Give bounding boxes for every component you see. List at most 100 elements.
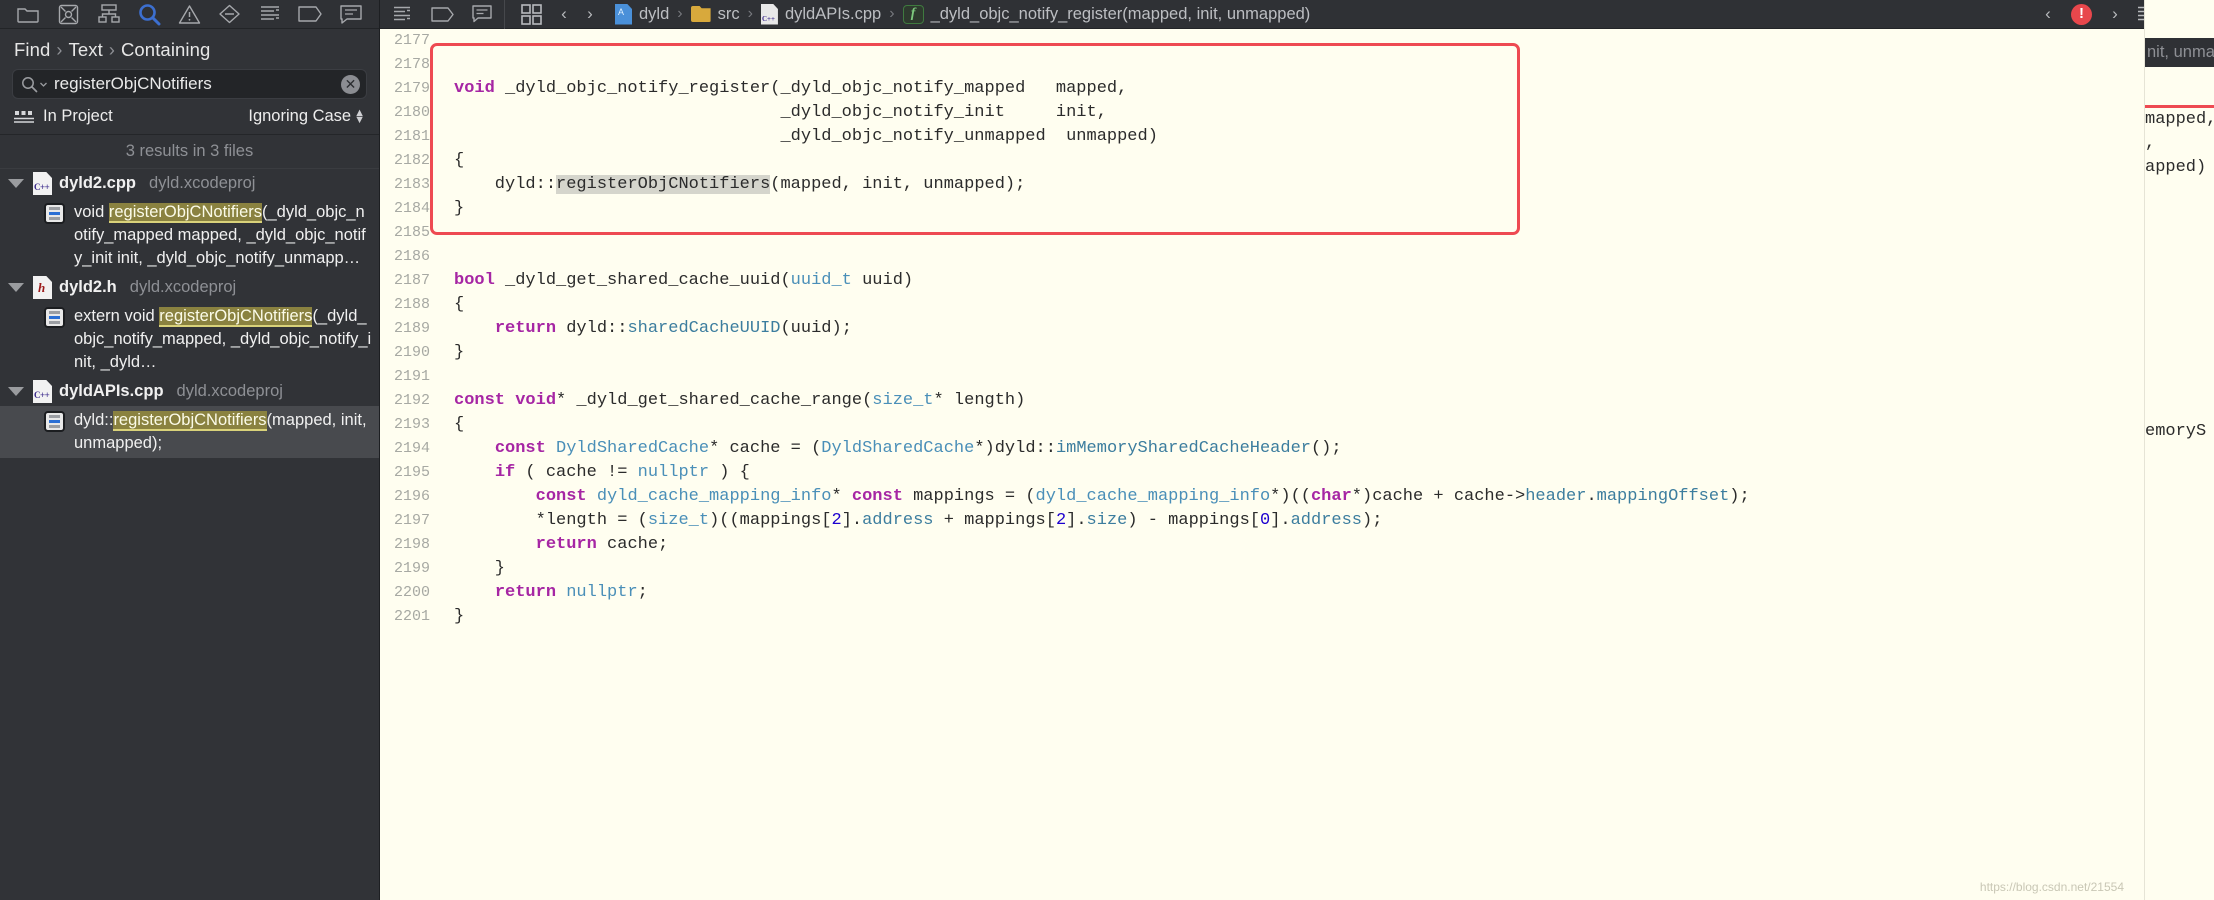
error-badge[interactable]: ! xyxy=(2071,3,2092,25)
code-line[interactable]: return cache; xyxy=(454,533,2214,557)
code-line[interactable] xyxy=(454,245,2214,269)
test-diamond-icon[interactable] xyxy=(210,0,250,28)
code-line[interactable] xyxy=(454,53,2214,77)
breadcrumb-find[interactable]: Find xyxy=(14,39,50,61)
line-number: 2189 xyxy=(393,320,430,337)
line-number: 2197 xyxy=(393,512,430,529)
code-area[interactable]: 2177 2178 2179 2180 2181 2182 2183 2184 2185 2186… xyxy=(380,29,2214,900)
code-line[interactable]: if ( cache != nullptr ) { xyxy=(454,461,2214,485)
selected-token: registerObjCNotifiers xyxy=(556,175,771,194)
code-line[interactable]: } xyxy=(454,341,2214,365)
case-sensitivity-selector[interactable]: Ignoring Case ▲ ▼ xyxy=(248,107,365,126)
code-text[interactable]: void _dyld_objc_notify_register(_dyld_ob… xyxy=(440,29,2214,900)
result-file-row[interactable]: h dyld2.h dyld.xcodeproj xyxy=(0,273,379,302)
code-line[interactable]: { xyxy=(454,413,2214,437)
in-project-icon xyxy=(14,110,34,123)
symbol-token: mappingOffset xyxy=(1596,487,1730,506)
disclosure-triangle-icon[interactable] xyxy=(8,283,24,292)
result-row[interactable]: extern void registerObjCNotifiers(_dyld_… xyxy=(0,302,379,377)
code-line[interactable]: } xyxy=(454,557,2214,581)
search-icon[interactable] xyxy=(129,0,169,28)
breakpoint-tag-icon[interactable] xyxy=(422,0,462,28)
code-line[interactable]: return dyld::sharedCacheUUID(uuid); xyxy=(454,317,2214,341)
result-row[interactable]: dyld::registerObjCNotifiers(mapped, init… xyxy=(0,406,379,458)
line-number: 2187 xyxy=(393,272,430,289)
crumb-label: dyldAPIs.cpp xyxy=(784,4,882,23)
search-input[interactable]: registerObjCNotifiers ✕ xyxy=(12,69,367,99)
match-highlight: egisterObjCNotifiers xyxy=(164,307,313,327)
match-highlight: registerObjCNotifiers xyxy=(113,411,267,431)
code-line[interactable]: { xyxy=(454,149,2214,173)
code-line[interactable] xyxy=(454,365,2214,389)
code-line[interactable]: *length = (size_t)((mappings[2].address … xyxy=(454,509,2214,533)
nav-forward-button[interactable]: › xyxy=(577,4,603,24)
issue-warning-icon[interactable] xyxy=(169,0,209,28)
result-file-row[interactable]: C++ dyldAPIs.cpp dyld.xcodeproj xyxy=(0,377,379,406)
clear-search-icon[interactable]: ✕ xyxy=(341,74,360,94)
next-issue-button[interactable]: › xyxy=(2102,4,2128,24)
minimap-strip[interactable]: nit, unmapped) mapped,, apped) emoryS xyxy=(2144,0,2214,900)
code-line[interactable]: { xyxy=(454,293,2214,317)
editor-toolbar: ‹ › dyld › src › dyldAPIs.cpp › f _dyld_objc_no… xyxy=(380,0,2214,29)
code-line[interactable] xyxy=(454,221,2214,245)
keyword: return xyxy=(494,319,557,338)
crumb-symbol[interactable]: f _dyld_objc_notify_register(mapped, init… xyxy=(902,4,1310,24)
crumb-project[interactable]: dyld xyxy=(615,3,670,25)
search-magnifier-icon[interactable] xyxy=(21,76,48,93)
scope-selector[interactable]: In Project xyxy=(14,107,113,126)
code-line[interactable]: } xyxy=(454,605,2214,629)
line-number: 2194 xyxy=(393,440,430,457)
debug-lines-icon[interactable] xyxy=(250,0,290,28)
report-speech-icon[interactable] xyxy=(331,0,371,28)
crumb-label: dyld xyxy=(639,4,670,23)
code-line[interactable]: const void* _dyld_get_shared_cache_range… xyxy=(454,389,2214,413)
function-icon: f xyxy=(902,4,924,24)
breakpoint-tag-icon[interactable] xyxy=(290,0,330,28)
minimap-line: mapped, xyxy=(2145,110,2214,129)
debug-lines-icon[interactable] xyxy=(382,0,422,28)
code-line[interactable] xyxy=(454,29,2214,53)
nav-back-button[interactable]: ‹ xyxy=(551,4,577,24)
prev-issue-button[interactable]: ‹ xyxy=(2035,4,2061,24)
code-line[interactable]: const DyldSharedCache* cache = (DyldShar… xyxy=(454,437,2214,461)
code-line[interactable]: _dyld_objc_notify_unmapped unmapped) xyxy=(454,125,2214,149)
navigator-panel: Find › Text › Containing registerObjCNot… xyxy=(0,0,380,900)
line-number: 2201 xyxy=(393,608,430,625)
type-token: dyld_cache_mapping_info xyxy=(596,487,832,506)
code-line[interactable]: const dyld_cache_mapping_info* const map… xyxy=(454,485,2214,509)
match-highlight: registerObjCNotifiers xyxy=(108,203,262,223)
keyword: const xyxy=(494,439,546,458)
file-kind-tag: C++ xyxy=(34,390,50,400)
code-line[interactable]: return nullptr; xyxy=(454,581,2214,605)
line-number: 2198 xyxy=(393,536,430,553)
symbol-hierarchy-icon[interactable] xyxy=(89,0,129,28)
breadcrumb-containing[interactable]: Containing xyxy=(121,39,210,61)
grid-icon[interactable] xyxy=(511,0,551,28)
line-number: 2195 xyxy=(393,464,430,481)
code-line[interactable]: } xyxy=(454,197,2214,221)
folder-icon[interactable] xyxy=(8,0,48,28)
breadcrumb-text[interactable]: Text xyxy=(69,39,103,61)
type-token: DyldSharedCache xyxy=(556,439,710,458)
crumb-file[interactable]: dyldAPIs.cpp xyxy=(760,3,882,25)
keyword: if xyxy=(494,463,516,482)
crumb-folder[interactable]: src xyxy=(690,5,740,24)
report-speech-icon[interactable] xyxy=(462,0,502,28)
search-input-value[interactable]: registerObjCNotifiers xyxy=(54,74,335,94)
line-number: 2190 xyxy=(393,344,430,361)
disclosure-triangle-icon[interactable] xyxy=(8,179,24,188)
minimap-line xyxy=(2145,252,2214,276)
result-file-project: dyld.xcodeproj xyxy=(176,382,283,400)
line-number: 2178 xyxy=(393,56,430,73)
disclosure-triangle-icon[interactable] xyxy=(8,387,24,396)
snippet-text: void xyxy=(74,203,109,221)
source-control-icon[interactable] xyxy=(48,0,88,28)
result-file-row[interactable]: C++ dyld2.cpp dyld.xcodeproj xyxy=(0,169,379,198)
result-row[interactable]: void registerObjCNotifiers(_dyld_objc_no… xyxy=(0,198,379,273)
code-line[interactable]: dyld::registerObjCNotifiers(mapped, init… xyxy=(454,173,2214,197)
code-line[interactable]: _dyld_objc_notify_init init, xyxy=(454,101,2214,125)
keyword: bool xyxy=(454,271,495,290)
stepper-icon[interactable]: ▲ ▼ xyxy=(354,107,365,125)
code-line[interactable]: bool _dyld_get_shared_cache_uuid(uuid_t … xyxy=(454,269,2214,293)
code-line[interactable]: void _dyld_objc_notify_register(_dyld_ob… xyxy=(454,77,2214,101)
